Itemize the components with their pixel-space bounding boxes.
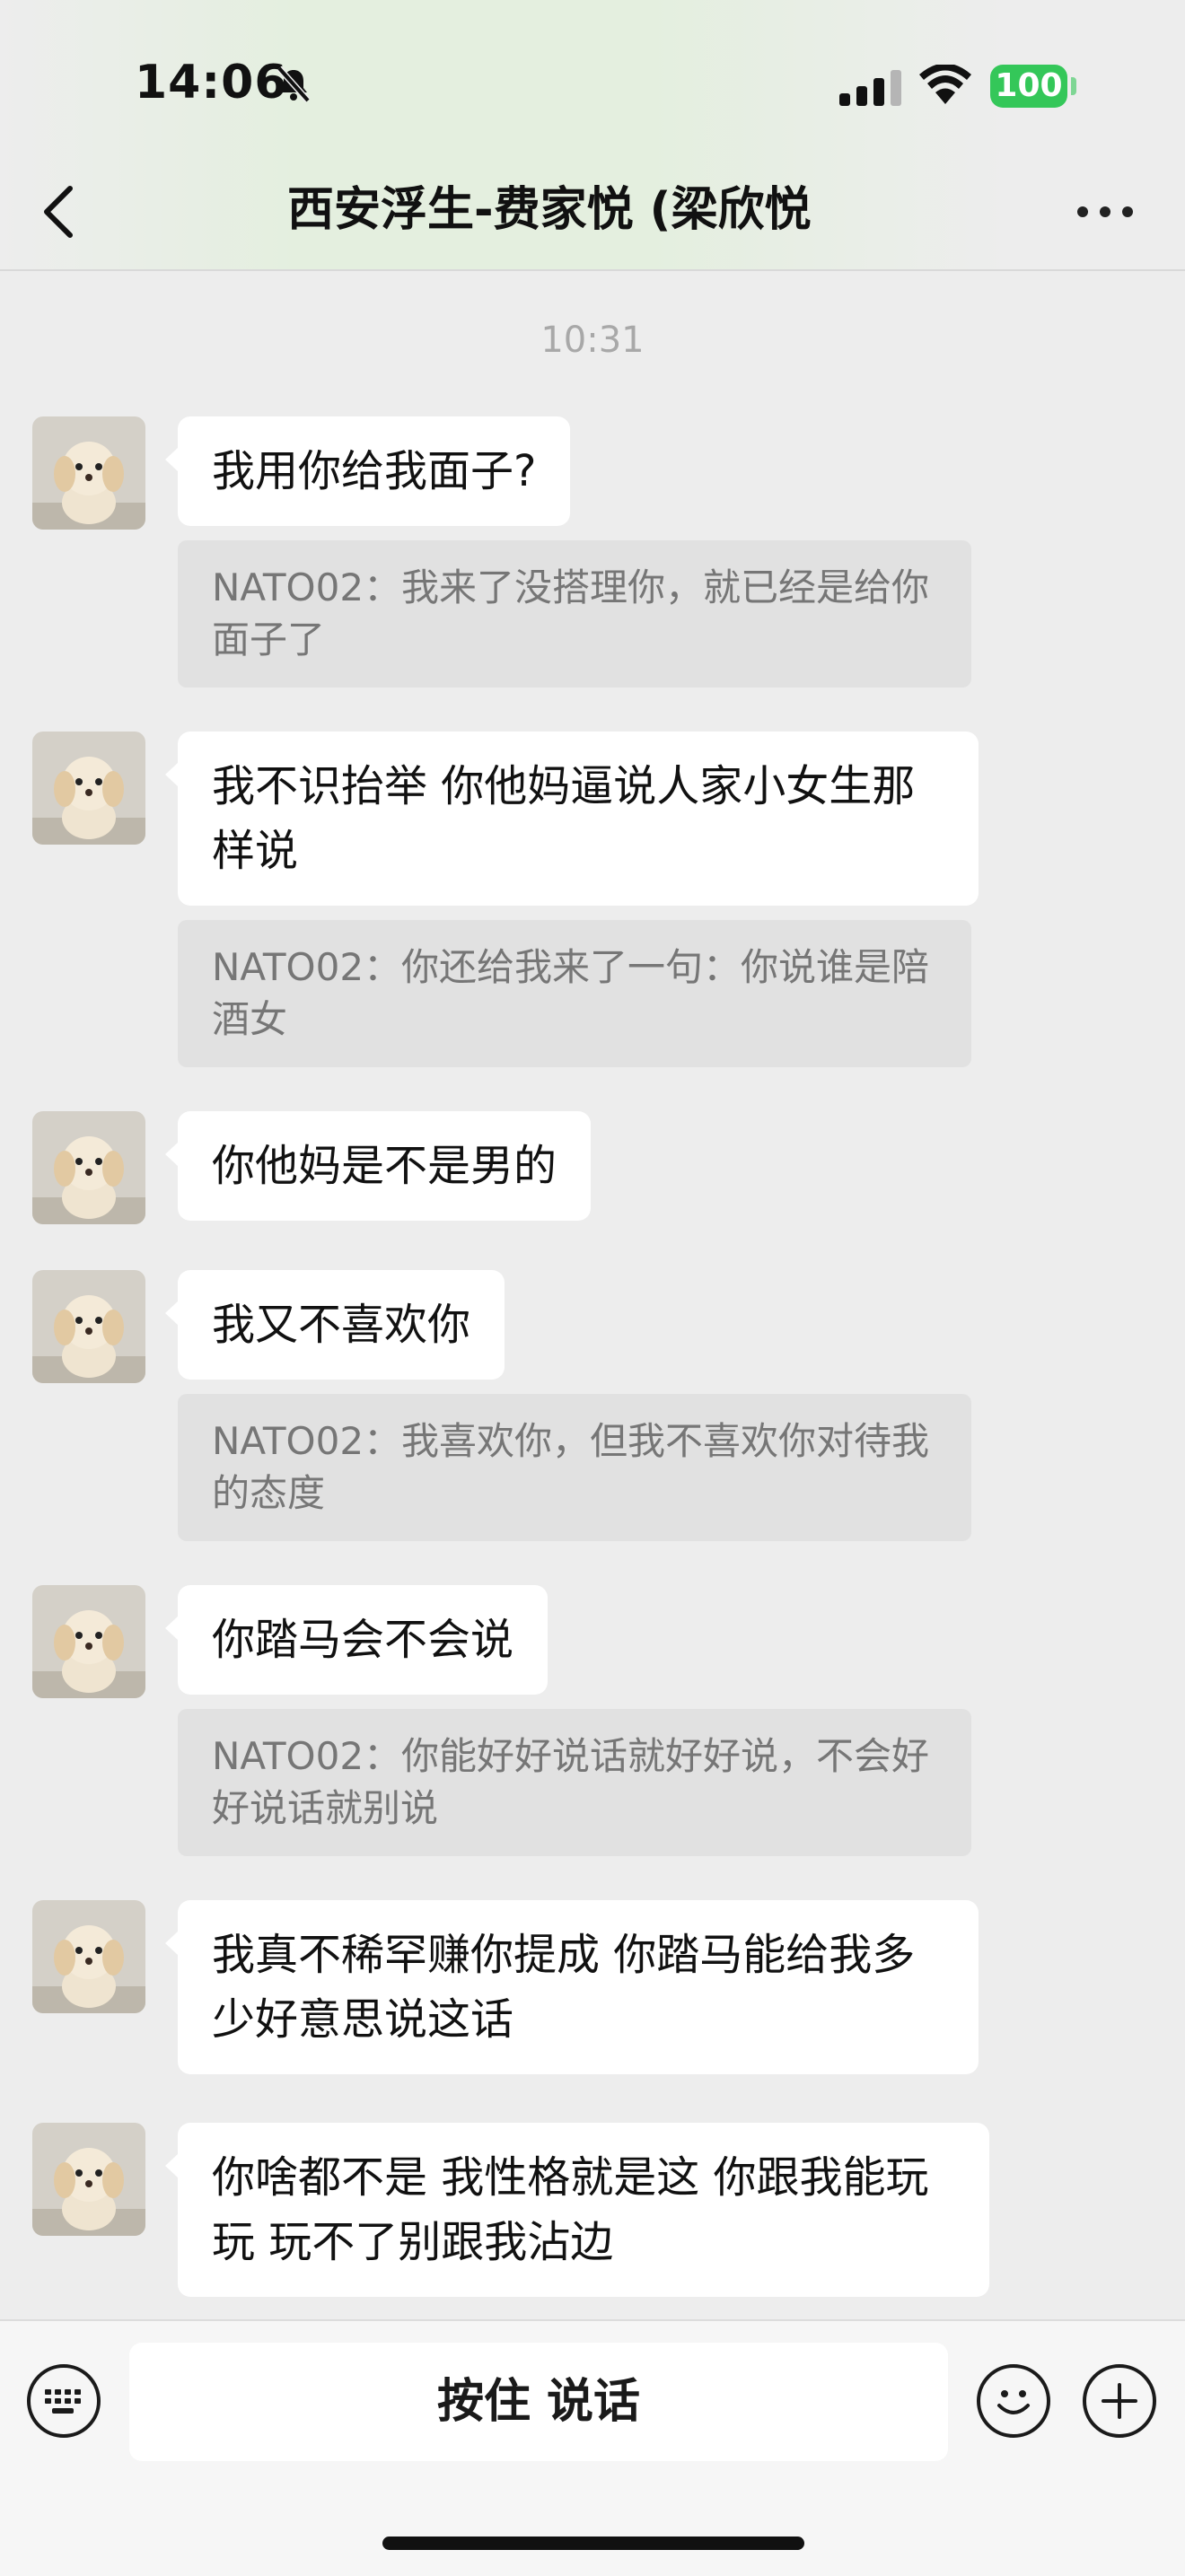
- contact-avatar[interactable]: [32, 2123, 145, 2236]
- back-arrow-icon[interactable]: [36, 176, 90, 248]
- battery-tip: [1071, 77, 1076, 95]
- keyboard-toggle-button[interactable]: [27, 2364, 101, 2438]
- contact-avatar[interactable]: [32, 1270, 145, 1383]
- battery-indicator: 100: [990, 65, 1067, 108]
- puppy-avatar-icon: [32, 416, 145, 530]
- quoted-message[interactable]: NATO02：你能好好说话就好好说，不会好好说话就别说: [178, 1709, 971, 1856]
- quoted-message[interactable]: NATO02：我喜欢你，但我不喜欢你对待我的态度: [178, 1394, 971, 1541]
- message-bubble[interactable]: 我用你给我面子?: [164, 416, 571, 526]
- contact-avatar[interactable]: [32, 1585, 145, 1698]
- puppy-avatar-icon: [32, 1111, 145, 1224]
- more-actions-button[interactable]: [1083, 2364, 1156, 2438]
- contact-avatar[interactable]: [32, 1111, 145, 1224]
- message-bubble[interactable]: 你踏马会不会说: [164, 1585, 549, 1695]
- contact-avatar[interactable]: [32, 1900, 145, 2013]
- more-options-button[interactable]: [1074, 194, 1137, 230]
- puppy-avatar-icon: [32, 1270, 145, 1383]
- message-timestamp: 10:31: [540, 320, 645, 361]
- puppy-avatar-icon: [32, 1585, 145, 1698]
- bell-muted-icon: [276, 66, 311, 103]
- more-dot-icon: [1077, 206, 1088, 217]
- quoted-message[interactable]: NATO02：我来了没搭理你，就已经是给你面子了: [178, 540, 971, 688]
- home-indicator[interactable]: [382, 2537, 804, 2550]
- more-dot-icon: [1122, 206, 1133, 217]
- wifi-icon: [919, 65, 971, 104]
- chat-title: 西安浮生-费家悦 (梁欣悦: [287, 183, 812, 237]
- puppy-avatar-icon: [32, 732, 145, 845]
- status-time: 14:06: [135, 56, 288, 110]
- more-dot-icon: [1100, 206, 1110, 217]
- emoji-button[interactable]: [977, 2364, 1050, 2438]
- top-header: 14:06 100 西安浮生-费家悦 (梁欣悦: [0, 0, 1185, 271]
- contact-avatar[interactable]: [32, 732, 145, 845]
- message-bubble[interactable]: 你他妈是不是男的: [164, 1111, 592, 1221]
- contact-avatar[interactable]: [32, 416, 145, 530]
- cellular-signal-icon: [839, 70, 901, 106]
- puppy-avatar-icon: [32, 1900, 145, 2013]
- message-bubble[interactable]: 我真不稀罕赚你提成 你踏马能给我多少好意思说这话: [165, 1900, 979, 2074]
- message-bubble[interactable]: 你啥都不是 我性格就是这 你跟我能玩玩 玩不了别跟我沾边: [165, 2123, 989, 2297]
- keyboard-icon: [45, 2389, 81, 2414]
- puppy-avatar-icon: [32, 2123, 145, 2236]
- message-bubble[interactable]: 我不识抬举 你他妈逼说人家小女生那样说: [165, 732, 979, 906]
- message-bubble[interactable]: 我又不喜欢你: [164, 1270, 505, 1380]
- plus-icon: [1102, 2383, 1137, 2419]
- hold-to-talk-button[interactable]: 按住 说话: [129, 2343, 948, 2461]
- quoted-message[interactable]: NATO02：你还给我来了一句：你说谁是陪酒女: [178, 920, 971, 1067]
- smiley-icon: [997, 2390, 1030, 2414]
